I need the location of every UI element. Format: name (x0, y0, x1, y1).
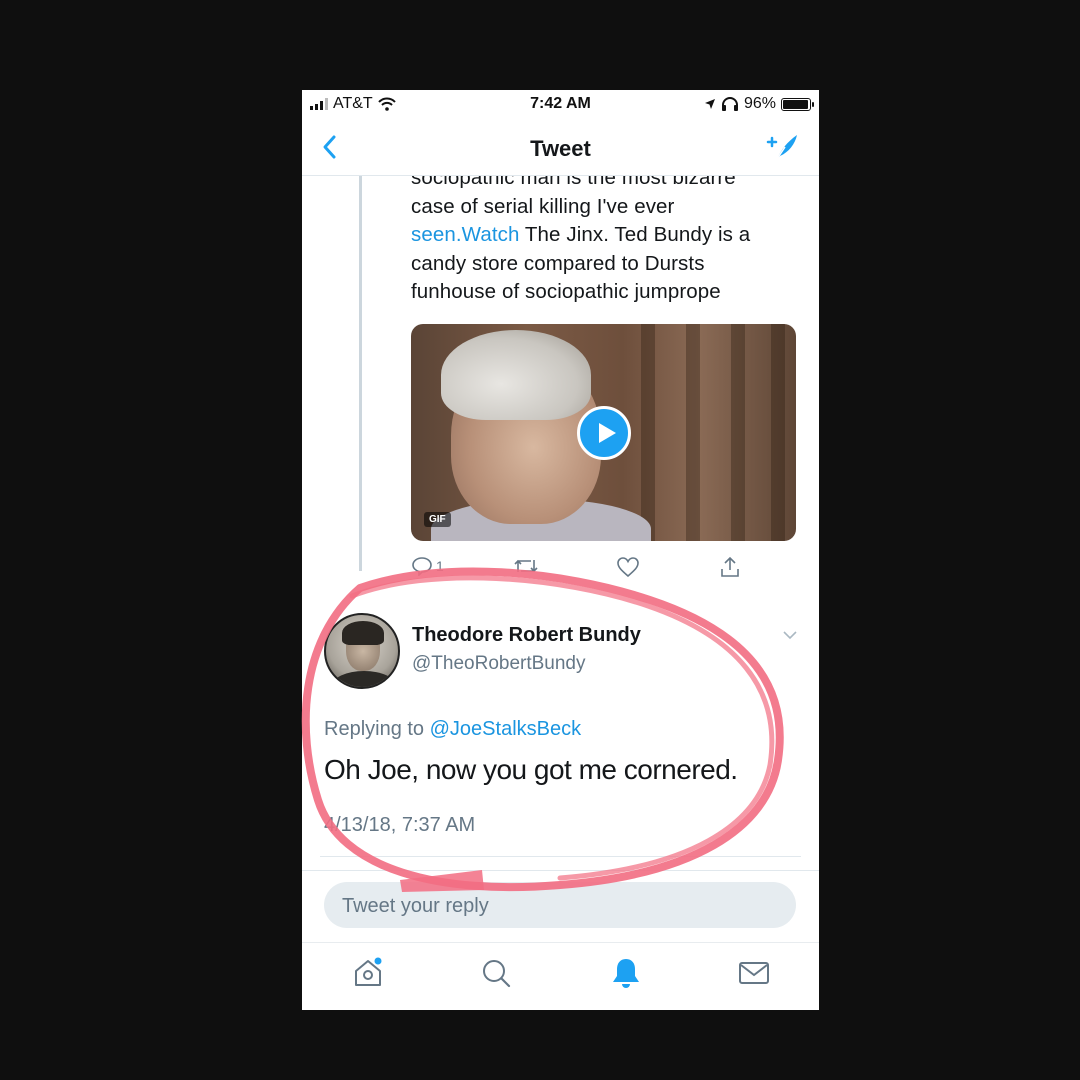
gif-badge: GIF (424, 512, 451, 527)
tab-bar (302, 942, 819, 1010)
replying-prefix: Replying to (324, 718, 430, 740)
status-right: 96% (704, 95, 814, 113)
phone-screen: AT&T 7:42 AM 96% Tweet sociopathic man i… (302, 90, 819, 1010)
share-action[interactable] (719, 556, 741, 578)
retweet-action[interactable] (513, 556, 539, 576)
tweet-detail-content[interactable]: sociopathic man is the most bizarre case… (302, 176, 819, 962)
heart-icon (617, 557, 639, 578)
previous-tweet-line: seen.Watch The Jinx. Ted Bundy is a (411, 221, 801, 250)
headphones-icon (721, 97, 738, 111)
media-figure-hair (441, 330, 591, 420)
divider (320, 856, 801, 857)
status-bar: AT&T 7:42 AM 96% (302, 90, 819, 118)
page-title: Tweet (530, 136, 591, 161)
battery-percent: 96% (743, 95, 776, 112)
search-icon[interactable] (478, 955, 514, 991)
location-arrow-icon (704, 99, 715, 109)
gif-media[interactable]: GIF (411, 324, 796, 541)
previous-tweet-actions: 1 (411, 556, 741, 584)
reply-input-placeholder: Tweet your reply (342, 895, 489, 917)
play-button-icon[interactable] (577, 406, 631, 460)
previous-tweet-line: sociopathic man is the most bizarre (411, 176, 736, 189)
previous-tweet-line: funhouse of sociopathic jumprope (411, 280, 721, 303)
compose-tweet-icon[interactable] (765, 132, 799, 162)
tweet-link[interactable]: seen.Watch (411, 223, 520, 246)
previous-tweet-line: candy store compared to Dursts (411, 251, 705, 275)
author-name[interactable]: Theodore Robert Bundy (412, 624, 641, 647)
retweet-icon (514, 559, 538, 573)
chevron-down-icon[interactable] (782, 629, 798, 641)
share-icon (721, 556, 739, 577)
thread-connector-line (359, 176, 362, 571)
reply-icon (412, 557, 432, 576)
home-icon[interactable] (350, 955, 386, 991)
tweet-text: Oh Joe, now you got me cornered. (324, 754, 738, 785)
author-handle[interactable]: @TheoRobertBundy (412, 653, 586, 675)
reply-input[interactable]: Tweet your reply (324, 882, 796, 928)
reply-count: 1 (436, 558, 444, 574)
messages-mail-icon[interactable] (736, 955, 772, 991)
divider (302, 870, 819, 871)
previous-tweet-text: sociopathic man is the most bizarre case… (411, 176, 801, 307)
replying-to: Replying to @JoeStalksBeck (324, 718, 581, 741)
nav-bar: Tweet (302, 118, 819, 176)
previous-tweet-line: case of serial killing I've ever (411, 194, 675, 218)
previous-tweet-line-text: The Jinx. Ted Bundy is a (519, 223, 751, 246)
reply-action[interactable]: 1 (411, 556, 444, 576)
replying-to-handle[interactable]: @JoeStalksBeck (430, 718, 581, 740)
battery-icon (781, 97, 814, 111)
avatar[interactable] (324, 613, 400, 689)
like-action[interactable] (616, 556, 640, 578)
notifications-bell-icon[interactable] (608, 955, 644, 991)
tweet-timestamp: 4/13/18, 7:37 AM (324, 814, 476, 836)
